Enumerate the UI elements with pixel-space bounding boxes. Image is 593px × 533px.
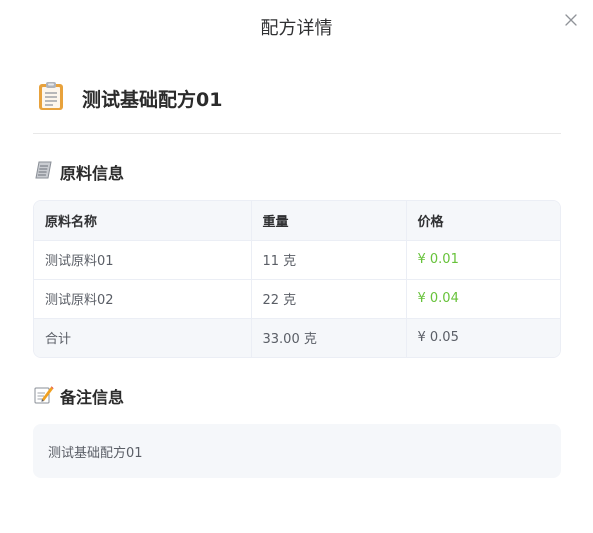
material-name: 测试原料02 bbox=[34, 279, 252, 319]
material-price: ¥ 0.01 bbox=[406, 240, 560, 280]
table-header-row: 原料名称 重量 价格 bbox=[34, 201, 560, 241]
total-label: 合计 bbox=[34, 318, 252, 357]
material-weight: 22 克 bbox=[251, 279, 407, 319]
header-divider bbox=[33, 133, 561, 134]
total-price: ¥ 0.05 bbox=[406, 318, 560, 357]
total-weight: 33.00 克 bbox=[251, 318, 407, 357]
memo-pencil-icon bbox=[34, 384, 54, 408]
close-icon[interactable] bbox=[563, 12, 579, 28]
column-header-name: 原料名称 bbox=[34, 201, 252, 241]
table-row: 测试原料01 11 克 ¥ 0.01 bbox=[34, 240, 560, 280]
notes-content: 测试基础配方01 bbox=[33, 424, 561, 478]
material-weight: 11 克 bbox=[251, 240, 407, 280]
materials-table: 原料名称 重量 价格 测试原料01 11 克 ¥ 0.01 测试原料02 22 … bbox=[33, 200, 561, 358]
table-row: 测试原料02 22 克 ¥ 0.04 bbox=[34, 279, 560, 319]
recipe-header: 测试基础配方01 bbox=[37, 81, 222, 115]
notes-section-label: 备注信息 bbox=[60, 388, 125, 407]
clipboard-icon bbox=[37, 81, 65, 115]
recipe-name: 测试基础配方01 bbox=[82, 88, 223, 111]
column-header-price: 价格 bbox=[406, 201, 560, 241]
material-price: ¥ 0.04 bbox=[406, 279, 560, 319]
column-header-weight: 重量 bbox=[251, 201, 407, 241]
scroll-icon bbox=[34, 160, 54, 184]
material-name: 测试原料01 bbox=[34, 240, 252, 280]
recipe-detail-dialog: 配方详情 测试基础配方01 原料信息 原料名称 重量 价格 测试原料01 11 … bbox=[0, 0, 593, 533]
materials-section-title: 原料信息 bbox=[34, 160, 124, 184]
dialog-title: 配方详情 bbox=[260, 18, 333, 39]
materials-section-label: 原料信息 bbox=[60, 164, 125, 183]
notes-section-title: 备注信息 bbox=[34, 384, 124, 408]
total-row: 合计 33.00 克 ¥ 0.05 bbox=[34, 318, 560, 357]
